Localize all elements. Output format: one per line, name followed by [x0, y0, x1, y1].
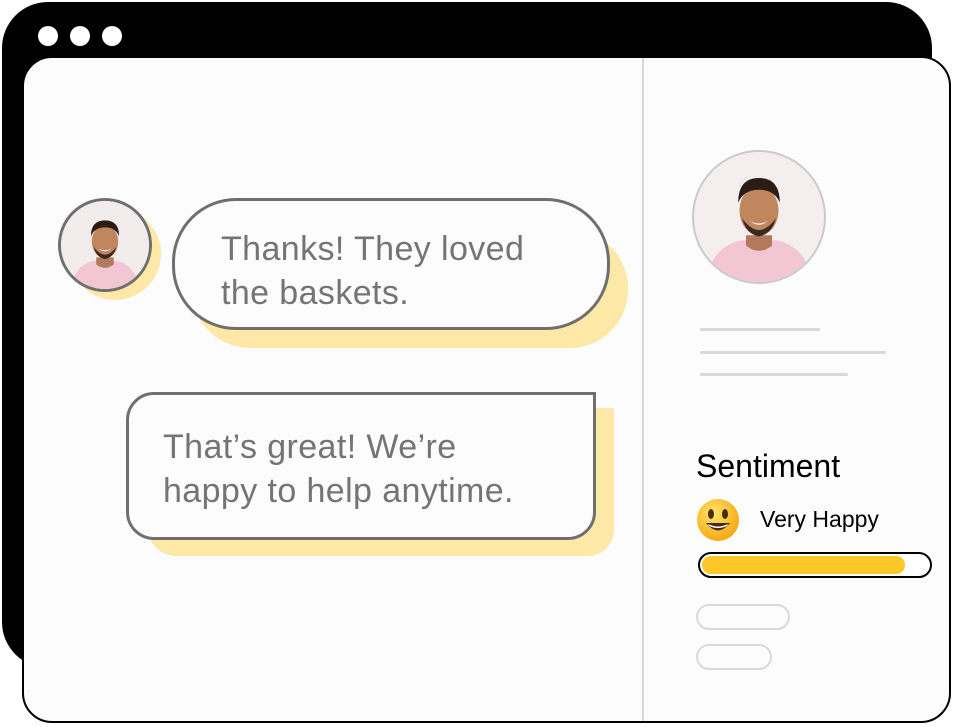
customer-message-text: Thanks! They loved the baskets. [221, 230, 525, 312]
placeholder-pill[interactable] [696, 604, 790, 630]
agent-message-bubble: That’s great! We’re happy to help anytim… [126, 392, 596, 540]
sentiment-level-fill [702, 556, 906, 574]
customer-message-bubble: Thanks! They loved the baskets. [172, 198, 610, 330]
agent-message-text: That’s great! We’re happy to help anytim… [163, 428, 514, 510]
panel-divider [642, 58, 644, 721]
profile-placeholder-line [700, 351, 886, 354]
profile-placeholder-line [700, 328, 820, 331]
chat-window: Thanks! They loved the baskets. That’s g… [22, 56, 951, 723]
illustration-stage: Thanks! They loved the baskets. That’s g… [0, 0, 955, 727]
placeholder-pill[interactable] [696, 644, 772, 670]
sentiment-level-bar [698, 552, 932, 578]
sentiment-label: Very Happy [760, 506, 879, 532]
window-control-dot[interactable] [102, 26, 122, 46]
window-control-dot[interactable] [38, 26, 58, 46]
person-avatar-icon [61, 201, 149, 289]
customer-avatar [58, 198, 152, 292]
person-avatar-icon [694, 152, 824, 282]
window-control-dot[interactable] [70, 26, 90, 46]
sentiment-title: Sentiment [696, 448, 841, 484]
smiley-face-icon [697, 499, 739, 541]
profile-placeholder-line [700, 373, 848, 376]
profile-avatar [692, 150, 826, 284]
